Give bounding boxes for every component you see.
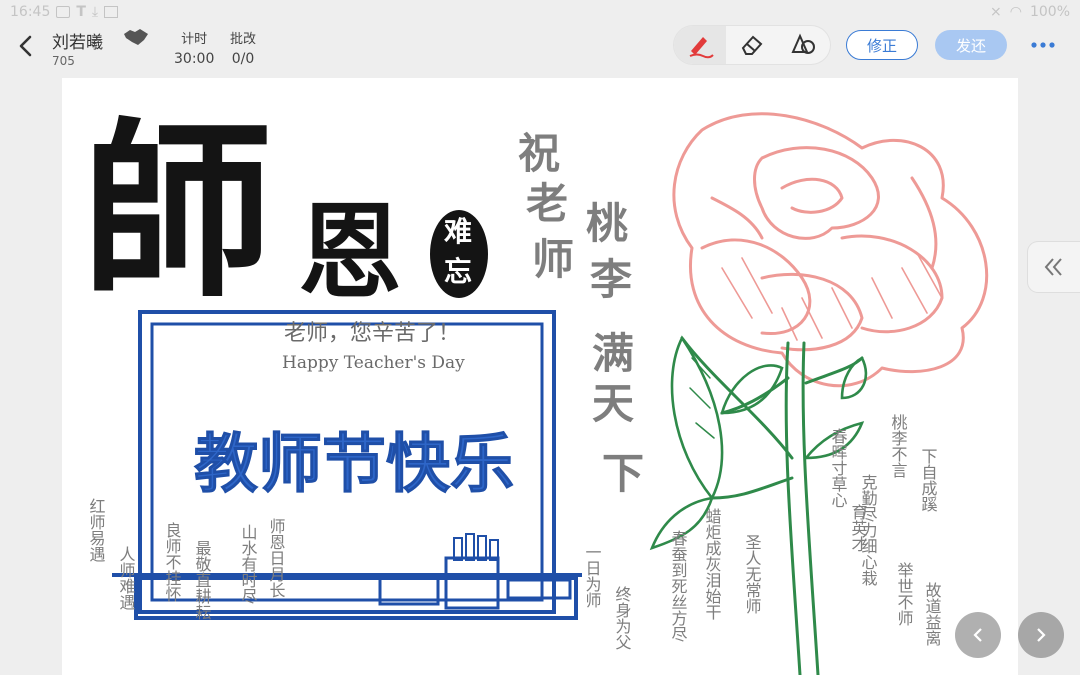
wifi-icon: ◠ xyxy=(1009,4,1022,20)
middle-phrases: 一日为师 终身为父 春蚕到死丝方尽 蜡炬成灰泪始干 xyxy=(583,508,722,650)
eraser-icon xyxy=(741,35,763,55)
grading-label: 批改 xyxy=(230,32,257,47)
pen-icon xyxy=(689,37,714,59)
vertical-char: 李 xyxy=(590,255,632,304)
phrase: 一日为师 xyxy=(583,544,602,608)
eraser-tool-button[interactable] xyxy=(726,26,778,64)
board-tray xyxy=(506,578,572,600)
phrase: 良师不挂怀 xyxy=(163,522,182,602)
phrase: 春蚕到死丝方尽 xyxy=(669,530,688,642)
vertical-char: 满 xyxy=(592,329,634,378)
previous-page-button[interactable] xyxy=(955,612,1001,658)
student-name: 刘若曦 xyxy=(52,33,103,53)
timer: 计时 30:00 xyxy=(174,28,214,67)
double-chevron-left-icon xyxy=(1044,258,1062,276)
grading-value: 0/0 xyxy=(231,51,255,67)
phrase: 蜡炬成灰泪始干 xyxy=(703,508,722,620)
phrase: 红师易遇 xyxy=(87,498,106,563)
phrase: 桃李不言 xyxy=(889,414,908,478)
shapes-tool-button[interactable] xyxy=(778,26,830,64)
board-main-title: 教师节快乐 xyxy=(194,427,514,502)
side-panel-toggle[interactable] xyxy=(1028,242,1080,292)
chalk-stick xyxy=(477,535,487,561)
phrase: 春晖寸草心 xyxy=(829,428,848,508)
phrase: 举世不师 xyxy=(895,562,914,626)
student-id: 705 xyxy=(52,54,75,68)
artwork-svg: 師 恩 难 忘 老师，您辛苦了！ Happy Teacher's Day 教师节… xyxy=(82,100,989,675)
grading-progress: 批改 0/0 xyxy=(230,28,256,67)
return-button[interactable]: 发还 xyxy=(935,30,1007,60)
phrase: 圣人无常师 xyxy=(743,534,762,614)
rose-drawing xyxy=(672,112,989,388)
vertical-taoli: 桃 李 满 天 下 xyxy=(586,199,644,498)
next-page-button[interactable] xyxy=(1018,612,1064,658)
battery-level: 100% xyxy=(1029,4,1070,20)
vertical-zhu: 祝 老 师 xyxy=(518,129,574,284)
status-bar: 16:45 T ⤓ ⨯ ◠ 100% xyxy=(0,0,1080,24)
vertical-char: 祝 xyxy=(518,129,560,178)
revise-button[interactable]: 修正 xyxy=(846,30,918,60)
more-options-icon[interactable] xyxy=(1028,34,1058,56)
vertical-char: 桃 xyxy=(586,199,628,248)
phrase: 山水有时尽 xyxy=(239,524,258,604)
phrase: 最敬直耕耘 xyxy=(193,540,212,620)
title-shi: 師 xyxy=(82,100,272,323)
phrase: 故道益离 xyxy=(923,582,942,646)
vertical-char: 老 xyxy=(526,179,568,228)
timer-value: 30:00 xyxy=(174,51,215,67)
notification-icon xyxy=(56,6,71,18)
chalk-stick xyxy=(465,533,475,561)
left-phrases: 红师易遇 人师难遇 良师不挂怀 最敬直耕耘 山水有时尽 师恩日月长 xyxy=(87,498,286,620)
title-en: 恩 xyxy=(298,190,402,313)
shapes-icon xyxy=(791,33,815,54)
phrase: 克勤尽力细心栽 xyxy=(859,474,878,586)
vertical-char: 下 xyxy=(602,449,644,498)
back-arrow-icon[interactable] xyxy=(12,32,40,60)
pen-tool-button[interactable] xyxy=(674,26,726,64)
board-line2: Happy Teacher's Day xyxy=(282,353,465,373)
submission-canvas[interactable]: 師 恩 难 忘 老师，您辛苦了！ Happy Teacher's Day 教师节… xyxy=(62,78,1018,675)
timer-label: 计时 xyxy=(181,32,208,47)
chevron-left-icon xyxy=(973,628,982,642)
handshake-icon[interactable] xyxy=(122,26,150,48)
download-icon: ⤓ xyxy=(91,4,99,20)
mute-icon: ⨯ xyxy=(990,4,1002,20)
phrase: 人师难遇 xyxy=(117,546,136,611)
phrase: 终身为父 xyxy=(613,586,632,650)
image-icon xyxy=(104,6,119,18)
vertical-char: 天 xyxy=(592,379,634,428)
tool-group xyxy=(674,26,830,64)
phrase: 下自成蹊 xyxy=(919,448,938,512)
right-phrases: 圣人无常师 春晖寸草心 育英才 克勤尽力细心栽 桃李不言 下自成蹊 举世不师 故… xyxy=(743,414,942,646)
chevron-right-icon xyxy=(1037,628,1046,642)
badge-bottom-text: 忘 xyxy=(444,255,472,288)
vertical-char: 师 xyxy=(532,235,574,284)
text-icon: T xyxy=(76,4,86,20)
phrase: 师恩日月长 xyxy=(267,518,286,598)
top-bar: 刘若曦 705 计时 30:00 批改 0/0 修正 发还 xyxy=(0,24,1080,76)
badge-top-text: 难 xyxy=(443,215,472,248)
status-time: 16:45 xyxy=(10,4,51,20)
board-line1: 老师，您辛苦了！ xyxy=(284,321,460,346)
